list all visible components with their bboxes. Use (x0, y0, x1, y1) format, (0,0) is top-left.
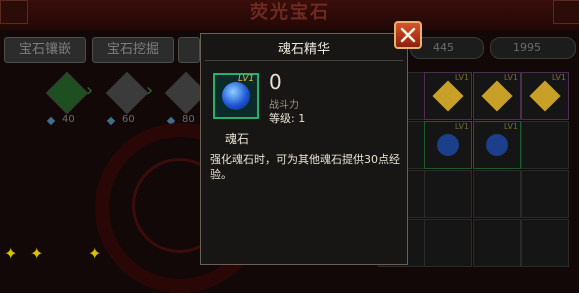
divider (205, 60, 403, 61)
inventory-cell[interactable] (521, 170, 569, 218)
tab-gem-dig[interactable]: 宝石挖掘 (92, 37, 174, 63)
item-tooltip-panel (200, 33, 408, 265)
inventory-cell[interactable] (424, 170, 472, 218)
soulstone-icon (437, 134, 459, 156)
yellow-gem-icon (481, 80, 513, 112)
currency-value: 445 (433, 41, 454, 54)
inventory-cell[interactable]: LV1 (473, 121, 521, 169)
level-badge: LV1 (238, 74, 255, 84)
inventory-cell[interactable]: LV1 (521, 72, 569, 120)
level-badge: LV1 (454, 122, 469, 131)
left-corner-button[interactable] (0, 0, 28, 24)
tooltip-title: 魂石精华 (277, 42, 330, 57)
power-value: 0 (269, 70, 282, 94)
right-corner-button[interactable] (553, 0, 579, 24)
yellow-gem-icon (432, 80, 464, 112)
power-label: 战斗力 (269, 100, 299, 111)
inventory-cell[interactable]: LV1 (424, 72, 472, 120)
inventory-cell[interactable]: LV1 (424, 121, 472, 169)
tab-gem-inlay[interactable]: 宝石镶嵌 (4, 37, 86, 63)
upgrade-cost: 60 (122, 114, 135, 125)
inventory-cell[interactable] (521, 121, 569, 169)
star-icon: ✦ (30, 244, 44, 263)
item-level: 等级: 1 (269, 112, 306, 125)
diamond-icon (46, 116, 56, 126)
currency-value: 1995 (513, 41, 541, 54)
inventory-cell[interactable]: LV1 (473, 72, 521, 120)
level-badge: LV1 (551, 73, 566, 82)
tab-partial[interactable] (178, 37, 200, 63)
item-description: 强化魂石时，可为其他魂石提供30点经验。 (210, 153, 400, 181)
arrow-right-icon: › (146, 80, 154, 101)
diamond-icon (106, 116, 116, 126)
soulstone-icon (222, 82, 250, 110)
green-gem-icon (45, 71, 89, 115)
item-name: 魂石 (225, 132, 250, 146)
level-badge: LV1 (503, 122, 518, 131)
yellow-gem-icon (529, 80, 561, 112)
gray-gem-icon (105, 71, 149, 115)
close-icon (400, 27, 416, 43)
level-badge: LV1 (503, 73, 518, 82)
level-badge: LV1 (454, 73, 469, 82)
window-title: 荧光宝石 (250, 2, 330, 23)
upgrade-cost: 40 (62, 114, 75, 125)
star-icon: ✦ (4, 244, 18, 263)
arrow-right-icon: › (86, 80, 94, 101)
soulstone-icon (486, 134, 508, 156)
star-icon: ✦ (88, 244, 102, 263)
inventory-cell[interactable] (473, 170, 521, 218)
close-button[interactable] (394, 21, 422, 49)
currency-chip-2: 1995 (490, 37, 576, 59)
